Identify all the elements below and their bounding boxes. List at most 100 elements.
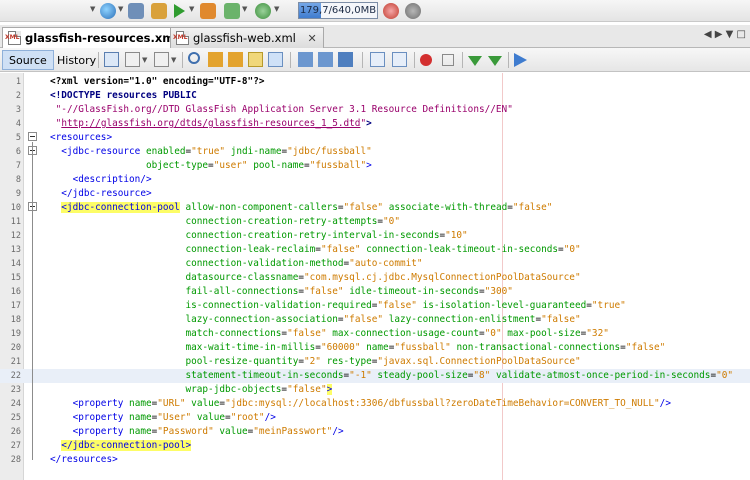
code-text: </jdbc-connection-pool> — [50, 439, 192, 453]
forward-icon[interactable] — [154, 52, 169, 67]
next-bookmark-icon[interactable] — [318, 52, 333, 67]
code-line[interactable]: 8 <description/> — [0, 173, 750, 187]
scroll-tabs-left-icon[interactable]: ◀ — [704, 29, 712, 40]
line-number: 8 — [15, 175, 21, 185]
build-icon[interactable] — [128, 3, 144, 19]
line-number: 28 — [10, 455, 21, 465]
code-token: value — [191, 398, 220, 409]
code-line[interactable]: 17 is-connection-validation-required="fa… — [0, 299, 750, 313]
profile-icon[interactable] — [255, 3, 271, 19]
stop-macro-icon[interactable] — [442, 54, 454, 66]
code-line[interactable]: 16 fail-all-connections="false" idle-tim… — [0, 285, 750, 299]
tab-glassfish-web[interactable]: XML glassfish-web.xml ✕ — [170, 27, 324, 48]
close-tab-icon[interactable]: ✕ — [308, 32, 317, 45]
find-previous-icon[interactable] — [208, 52, 223, 67]
code-line[interactable]: 7 object-type="user" pool-name="fussball… — [0, 159, 750, 173]
check-xml-icon[interactable] — [468, 56, 482, 66]
code-token: wrap-jdbc-objects — [185, 384, 282, 395]
profile-dropdown-icon[interactable]: ▼ — [274, 6, 281, 13]
source-tab[interactable]: Source — [2, 50, 54, 70]
code-line[interactable]: 28 </resources> — [0, 453, 750, 467]
code-token: "root" — [230, 412, 265, 423]
shift-right-icon[interactable] — [392, 52, 407, 67]
last-edit-icon[interactable] — [104, 52, 119, 67]
fold-toggle-resources[interactable] — [28, 132, 37, 141]
code-line[interactable]: 12 connection-creation-retry-interval-in… — [0, 229, 750, 243]
globe-icon[interactable] — [100, 3, 116, 19]
code-line[interactable]: 18 lazy-connection-association="false" l… — [0, 313, 750, 327]
previous-bookmark-icon[interactable] — [298, 52, 313, 67]
code-line[interactable]: 25 <property name="User" value="root"/> — [0, 411, 750, 425]
code-line[interactable]: 3 "-//GlassFish.org//DTD GlassFish Appli… — [0, 103, 750, 117]
run-dropdown-icon[interactable]: ▼ — [189, 6, 196, 13]
scroll-tabs-right-icon[interactable]: ▶ — [715, 29, 723, 40]
toolbar-dropdown-icon[interactable]: ▼ — [118, 6, 125, 13]
code-token: connection-creation-retry-interval-in-se… — [185, 230, 440, 241]
memory-indicator[interactable]: 179,7/640,0MB — [298, 2, 378, 19]
find-icon[interactable] — [188, 52, 200, 64]
code-line[interactable]: 13 connection-leak-reclaim="false" conne… — [0, 243, 750, 257]
line-number: 3 — [15, 105, 21, 115]
find-next-icon[interactable] — [228, 52, 243, 67]
code-line[interactable]: 5 <resources> — [0, 131, 750, 145]
code-line[interactable]: 23 wrap-jdbc-objects="false"> — [0, 383, 750, 397]
code-line[interactable]: 21 pool-resize-quantity="2" res-type="ja… — [0, 355, 750, 369]
code-editor[interactable]: 1 <?xml version="1.0" encoding="UTF-8"?> 2… — [0, 73, 750, 480]
settings-icon[interactable] — [405, 3, 421, 19]
code-text: <!DOCTYPE resources PUBLIC — [50, 89, 197, 103]
gc-icon[interactable] — [383, 3, 399, 19]
xml-badge-icon: XML — [173, 34, 188, 41]
maximize-window-icon[interactable]: □ — [737, 29, 746, 40]
code-line[interactable]: 9 </jdbc-resource> — [0, 187, 750, 201]
debug-dropdown-icon[interactable]: ▼ — [242, 6, 249, 13]
code-token: /> — [659, 398, 671, 409]
code-token: name — [366, 342, 389, 353]
code-token: > — [326, 384, 333, 395]
toolbar-separator — [362, 52, 363, 68]
code-line[interactable]: 14 connection-validation-method="auto-co… — [0, 257, 750, 271]
code-line[interactable]: 1 <?xml version="1.0" encoding="UTF-8"?> — [0, 75, 750, 89]
code-line[interactable]: 11 connection-creation-retry-attempts="0… — [0, 215, 750, 229]
clean-build-icon[interactable] — [200, 3, 216, 19]
code-text: match-connections="false" max-connection… — [50, 327, 609, 341]
code-line[interactable]: 20 max-wait-time-in-millis="60000" name=… — [0, 341, 750, 355]
code-line[interactable]: 15 datasource-classname="com.mysql.cj.jd… — [0, 271, 750, 285]
code-text: <jdbc-resource enabled="true" jndi-name=… — [50, 145, 372, 159]
code-token: is-isolation-level-guaranteed — [422, 300, 587, 311]
back-icon[interactable] — [125, 52, 140, 67]
code-line[interactable]: 10 <jdbc-connection-pool allow-non-compo… — [0, 201, 750, 215]
code-line[interactable]: 27 </jdbc-connection-pool> — [0, 439, 750, 453]
code-token: <jdbc-connection-pool — [61, 202, 180, 213]
back-dropdown-icon[interactable]: ▼ — [142, 57, 149, 64]
code-text: "-//GlassFish.org//DTD GlassFish Applica… — [50, 103, 513, 117]
validate-xml-icon[interactable] — [488, 56, 502, 66]
code-token: "32" — [586, 328, 609, 339]
toolbar-dropdown-icon[interactable]: ▼ — [90, 6, 97, 13]
history-tab[interactable]: History — [50, 50, 103, 70]
code-line[interactable]: 24 <property name="URL" value="jdbc:mysq… — [0, 397, 750, 411]
shift-left-icon[interactable] — [370, 52, 385, 67]
code-token: "false" — [541, 314, 581, 325]
code-line[interactable]: 2 <!DOCTYPE resources PUBLIC — [0, 89, 750, 103]
toggle-highlight-icon[interactable] — [268, 52, 283, 67]
code-text: <property name="URL" value="jdbc:mysql:/… — [50, 397, 671, 411]
code-line[interactable]: 19 match-connections="false" max-connect… — [0, 327, 750, 341]
code-text: <property name="User" value="root"/> — [50, 411, 276, 425]
code-token: "Password" — [157, 426, 214, 437]
find-selection-icon[interactable] — [248, 52, 263, 67]
code-line[interactable]: 22 statement-timeout-in-seconds="-1" ste… — [0, 369, 750, 383]
hammer-icon[interactable] — [151, 3, 167, 19]
toggle-bookmark-icon[interactable] — [338, 52, 353, 67]
code-line[interactable]: 6 <jdbc-resource enabled="true" jndi-nam… — [0, 145, 750, 159]
run-icon[interactable] — [174, 4, 185, 18]
code-line[interactable]: 4 "http://glassfish.org/dtds/glassfish-r… — [0, 117, 750, 131]
xsl-transformation-icon[interactable] — [514, 53, 527, 67]
start-macro-icon[interactable] — [420, 54, 432, 66]
show-opened-documents-icon[interactable]: ▼ — [726, 29, 734, 40]
debug-icon[interactable] — [224, 3, 240, 19]
forward-dropdown-icon[interactable]: ▼ — [171, 57, 178, 64]
code-line[interactable]: 26 <property name="Password" value="mein… — [0, 425, 750, 439]
